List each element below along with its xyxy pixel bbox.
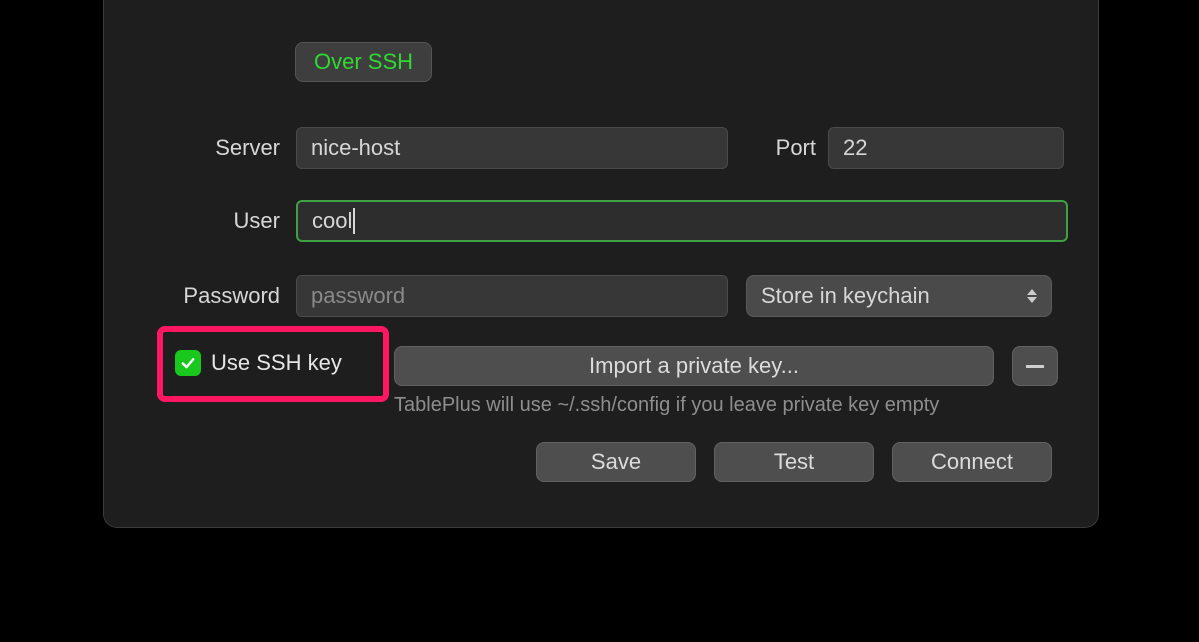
password-store-select[interactable]: Store in keychain [746, 275, 1052, 317]
ssh-key-hint: TablePlus will use ~/.ssh/config if you … [394, 394, 939, 417]
over-ssh-label: Over SSH [314, 49, 413, 75]
connection-panel: Over SSH Server Port User cool Password … [103, 0, 1099, 528]
port-label: Port [746, 135, 816, 161]
user-input-value: cool [312, 208, 352, 234]
test-button-label: Test [774, 449, 814, 475]
chevron-updown-icon [1027, 289, 1037, 303]
password-input[interactable] [296, 275, 728, 317]
remove-key-button[interactable] [1012, 346, 1058, 386]
save-button[interactable]: Save [536, 442, 696, 482]
use-ssh-key-checkbox[interactable] [175, 350, 201, 376]
text-cursor [353, 208, 355, 234]
server-label: Server [170, 135, 280, 161]
save-button-label: Save [591, 449, 641, 475]
password-label: Password [150, 283, 280, 309]
check-icon [179, 354, 197, 372]
server-input[interactable] [296, 127, 728, 169]
user-label: User [170, 208, 280, 234]
connect-button-label: Connect [931, 449, 1013, 475]
password-store-value: Store in keychain [761, 283, 930, 309]
import-private-key-button[interactable]: Import a private key... [394, 346, 994, 386]
user-input[interactable]: cool [296, 200, 1068, 242]
connect-button[interactable]: Connect [892, 442, 1052, 482]
import-private-key-label: Import a private key... [589, 353, 799, 379]
use-ssh-key-label: Use SSH key [211, 350, 342, 376]
port-input[interactable] [828, 127, 1064, 169]
test-button[interactable]: Test [714, 442, 874, 482]
over-ssh-tab[interactable]: Over SSH [295, 42, 432, 82]
minus-icon [1026, 365, 1044, 368]
